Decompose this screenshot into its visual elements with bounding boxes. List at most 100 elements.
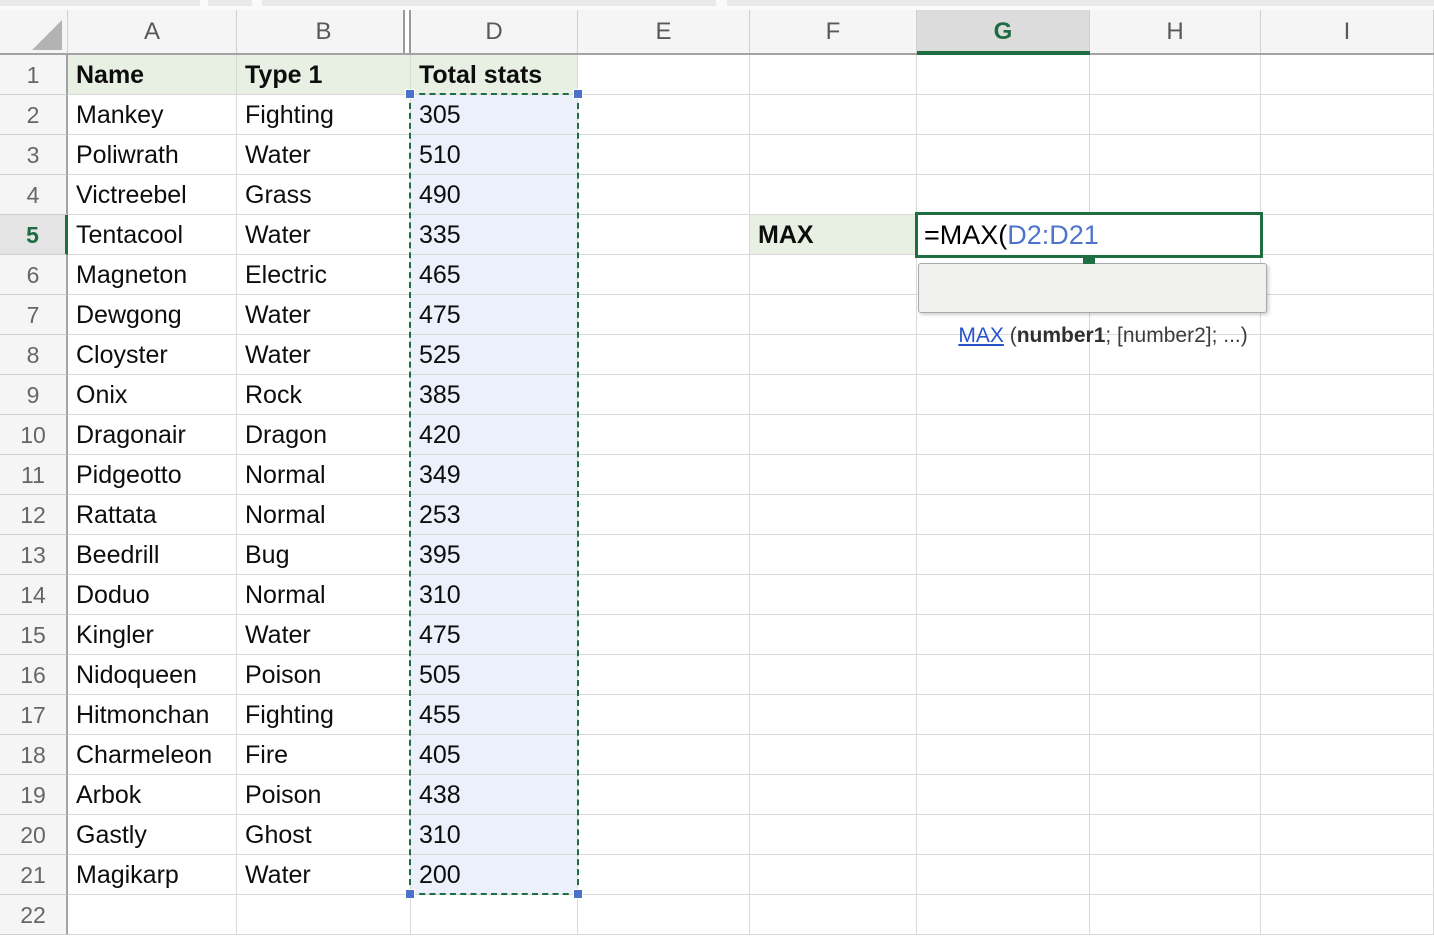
cell-F14[interactable]: [750, 575, 917, 615]
cell-I16[interactable]: [1261, 655, 1434, 695]
cell-I5[interactable]: [1261, 215, 1434, 255]
cell-F20[interactable]: [750, 815, 917, 855]
row-header-13[interactable]: 13: [0, 535, 68, 575]
cell-I19[interactable]: [1261, 775, 1434, 815]
row-header-21[interactable]: 21: [0, 855, 68, 895]
cell-A19[interactable]: Arbok: [68, 775, 237, 815]
cell-E17[interactable]: [578, 695, 750, 735]
cell-F10[interactable]: [750, 415, 917, 455]
cell-G18[interactable]: [917, 735, 1090, 775]
cell-F19[interactable]: [750, 775, 917, 815]
cell-G10[interactable]: [917, 415, 1090, 455]
cell-I3[interactable]: [1261, 135, 1434, 175]
cell-I17[interactable]: [1261, 695, 1434, 735]
cell-I21[interactable]: [1261, 855, 1434, 895]
cell-B13[interactable]: Bug: [237, 535, 411, 575]
cell-F9[interactable]: [750, 375, 917, 415]
cell-E16[interactable]: [578, 655, 750, 695]
cell-B14[interactable]: Normal: [237, 575, 411, 615]
cell-B4[interactable]: Grass: [237, 175, 411, 215]
cell-B3[interactable]: Water: [237, 135, 411, 175]
cell-I8[interactable]: [1261, 335, 1434, 375]
cell-F6[interactable]: [750, 255, 917, 295]
cell-E18[interactable]: [578, 735, 750, 775]
cell-G12[interactable]: [917, 495, 1090, 535]
cell-B16[interactable]: Poison: [237, 655, 411, 695]
cell-F7[interactable]: [750, 295, 917, 335]
cell-G11[interactable]: [917, 455, 1090, 495]
cell-H3[interactable]: [1090, 135, 1261, 175]
cell-I9[interactable]: [1261, 375, 1434, 415]
cell-H2[interactable]: [1090, 95, 1261, 135]
row-header-22[interactable]: 22: [0, 895, 68, 935]
cell-B20[interactable]: Ghost: [237, 815, 411, 855]
cell-E10[interactable]: [578, 415, 750, 455]
cell-E21[interactable]: [578, 855, 750, 895]
cell-A1[interactable]: Name: [68, 55, 237, 95]
cell-H14[interactable]: [1090, 575, 1261, 615]
cell-E1[interactable]: [578, 55, 750, 95]
cell-E15[interactable]: [578, 615, 750, 655]
cell-D2[interactable]: 305: [411, 95, 578, 135]
cell-A10[interactable]: Dragonair: [68, 415, 237, 455]
cell-G17[interactable]: [917, 695, 1090, 735]
cell-F21[interactable]: [750, 855, 917, 895]
cell-A17[interactable]: Hitmonchan: [68, 695, 237, 735]
row-header-20[interactable]: 20: [0, 815, 68, 855]
row-header-18[interactable]: 18: [0, 735, 68, 775]
row-header-15[interactable]: 15: [0, 615, 68, 655]
cell-A15[interactable]: Kingler: [68, 615, 237, 655]
cell-F15[interactable]: [750, 615, 917, 655]
cell-H19[interactable]: [1090, 775, 1261, 815]
cell-I1[interactable]: [1261, 55, 1434, 95]
row-header-11[interactable]: 11: [0, 455, 68, 495]
select-all-corner[interactable]: [0, 10, 68, 53]
cell-G19[interactable]: [917, 775, 1090, 815]
cell-G20[interactable]: [917, 815, 1090, 855]
cell-D11[interactable]: 349: [411, 455, 578, 495]
cell-E7[interactable]: [578, 295, 750, 335]
cell-A2[interactable]: Mankey: [68, 95, 237, 135]
cell-B8[interactable]: Water: [237, 335, 411, 375]
cell-I11[interactable]: [1261, 455, 1434, 495]
column-header-B[interactable]: B: [237, 10, 411, 53]
column-header-A[interactable]: A: [68, 10, 237, 53]
cell-F5[interactable]: MAX: [750, 215, 917, 255]
cell-I10[interactable]: [1261, 415, 1434, 455]
cell-I4[interactable]: [1261, 175, 1434, 215]
cell-I15[interactable]: [1261, 615, 1434, 655]
row-header-12[interactable]: 12: [0, 495, 68, 535]
cell-D17[interactable]: 455: [411, 695, 578, 735]
cell-E22[interactable]: [578, 895, 750, 935]
row-header-4[interactable]: 4: [0, 175, 68, 215]
cell-I6[interactable]: [1261, 255, 1434, 295]
cell-A11[interactable]: Pidgeotto: [68, 455, 237, 495]
cell-E11[interactable]: [578, 455, 750, 495]
cell-A8[interactable]: Cloyster: [68, 335, 237, 375]
cell-G3[interactable]: [917, 135, 1090, 175]
cell-D21[interactable]: 200: [411, 855, 578, 895]
cell-E4[interactable]: [578, 175, 750, 215]
cell-H13[interactable]: [1090, 535, 1261, 575]
cell-F22[interactable]: [750, 895, 917, 935]
cell-F8[interactable]: [750, 335, 917, 375]
cell-D4[interactable]: 490: [411, 175, 578, 215]
cell-H11[interactable]: [1090, 455, 1261, 495]
cell-F4[interactable]: [750, 175, 917, 215]
cell-G13[interactable]: [917, 535, 1090, 575]
cell-A14[interactable]: Doduo: [68, 575, 237, 615]
cell-D12[interactable]: 253: [411, 495, 578, 535]
cell-H18[interactable]: [1090, 735, 1261, 775]
cell-D9[interactable]: 385: [411, 375, 578, 415]
column-header-F[interactable]: F: [750, 10, 917, 53]
cell-G2[interactable]: [917, 95, 1090, 135]
cell-D1[interactable]: Total stats: [411, 55, 578, 95]
cell-G16[interactable]: [917, 655, 1090, 695]
cell-H15[interactable]: [1090, 615, 1261, 655]
cell-F11[interactable]: [750, 455, 917, 495]
cell-F17[interactable]: [750, 695, 917, 735]
row-header-19[interactable]: 19: [0, 775, 68, 815]
cell-G22[interactable]: [917, 895, 1090, 935]
row-header-10[interactable]: 10: [0, 415, 68, 455]
cell-H4[interactable]: [1090, 175, 1261, 215]
